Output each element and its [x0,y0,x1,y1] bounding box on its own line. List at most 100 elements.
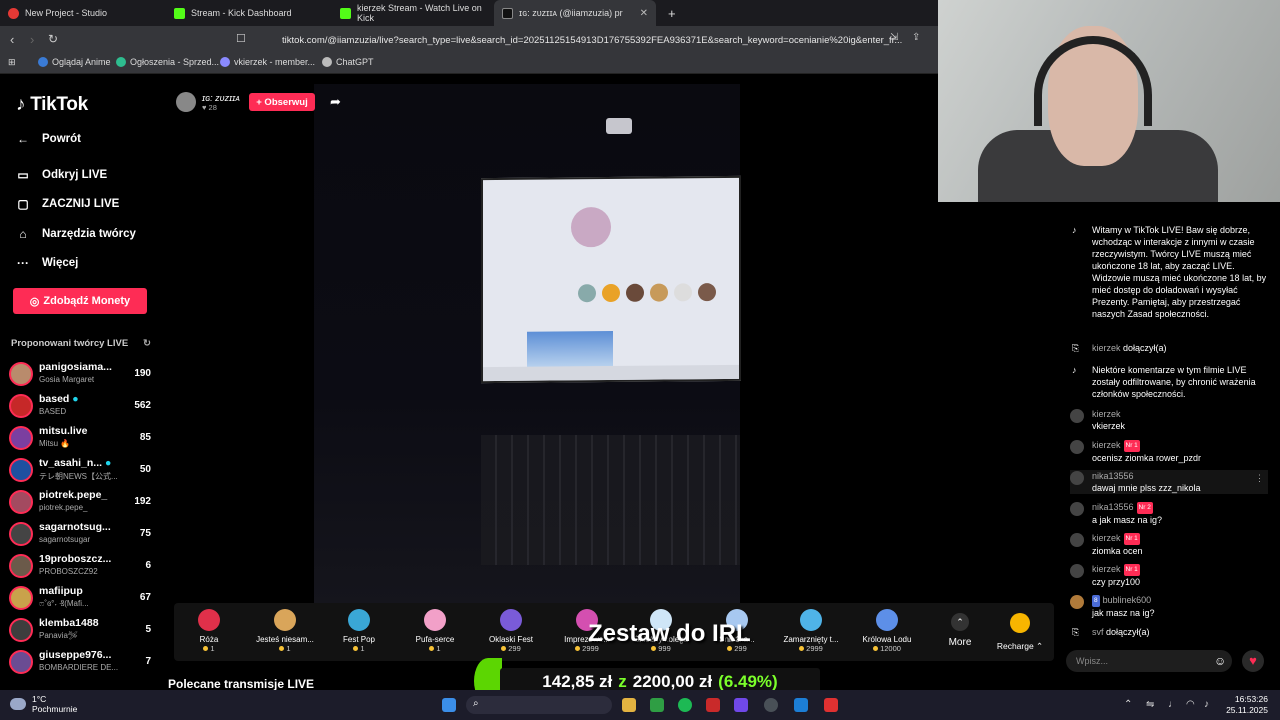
suggested-creator[interactable]: mafiipup ෆ˚ɞ°˖ ݁Ⱐ(Mafi... 67 [9,584,151,614]
browser-tab[interactable]: kierzek Stream - Watch Live on Kick [332,0,492,26]
live-icon: ▭ [17,168,29,182]
os-taskbar: 1°C Pochmurnie ⌕ ⌃ ⇋ ♩ ◠ ♪ 16:53:26 25.11.… [0,690,1280,720]
back-link[interactable]: ← Powrót [16,132,81,146]
browser-taskbar-icon[interactable] [764,698,778,712]
app-icon[interactable] [706,698,720,712]
close-tab-icon[interactable]: ✕ [640,8,648,19]
system-clock[interactable]: 16:53:26 25.11.2025 [1226,694,1268,716]
bookmark-item[interactable]: ChatGPT [322,57,374,67]
rank-badge: Nr 1 [1123,564,1140,576]
suggested-creator[interactable]: piotrek.pepe_ piotrek.pepe_ 192 [9,488,151,518]
kick-favicon-icon [174,7,185,19]
spotify-icon[interactable] [678,698,692,712]
suggested-creator[interactable]: panigosiama... Gosia Margaret 190 [9,360,151,390]
frozen-gift-icon [800,609,822,631]
chat-comment[interactable]: kierzek vkierzek [1070,408,1268,432]
microphone-icon[interactable]: ♩ [1168,699,1178,710]
gift-item[interactable]: Oklaski Fest 299 [476,607,546,659]
nav-start-live[interactable]: ▢ ZACZNIJ LIVE [16,197,119,211]
url-field[interactable]: tiktok.com/@iiamzuzia/live?search_type=l… [256,30,936,50]
network-icon[interactable]: ⇋ [1146,699,1154,710]
video-profile-picture [571,207,611,248]
recharge-button[interactable]: Recharge ⌃ [996,607,1044,652]
back-arrow-icon[interactable]: ‹ [10,32,14,47]
more-gifts-button[interactable]: ⌃ More [940,607,980,648]
app-icon[interactable] [794,698,808,712]
suggested-creator[interactable]: 19proboszcz... PROBOSZCZ92 6 [9,552,151,582]
share-page-icon[interactable]: ⇪ [912,32,920,43]
chat-join-message: ⎘ kierzek dołączył(a) [1072,343,1167,353]
chat-input[interactable]: Wpisz... [1066,650,1232,672]
gift-item[interactable]: Jesteś niesam... 1 [250,607,320,659]
avatar [1070,502,1084,516]
emoji-icon[interactable]: ☺ [1214,654,1226,668]
wifi-icon[interactable]: ◠ [1186,699,1195,710]
gift-item[interactable]: Róża 1 [174,607,244,659]
file-explorer-icon[interactable] [622,698,636,712]
windows-start-icon[interactable] [442,698,456,712]
new-tab-button[interactable]: + [660,0,684,26]
chat-comment[interactable]: nika13556 Nr 2a jak masz na ig? [1070,501,1268,526]
search-icon: ⌕ [473,698,479,709]
join-icon: ⎘ [1072,627,1080,637]
extension-icon[interactable]: ⇲ [890,32,898,43]
avatar [9,586,33,610]
refresh-icon[interactable]: ↻ [143,338,151,349]
reload-icon[interactable]: ↻ [48,32,58,46]
suggested-creator[interactable]: sagarnotsug... sagarnotsugar 75 [9,520,151,550]
get-coins-button[interactable]: ◎ Zdobądź Monety [13,288,147,314]
chat-comment[interactable]: kierzek Nr 1 ziomka ocen [1070,532,1268,557]
suggested-creator[interactable]: tv_asahi_n... ● テレ朝NEWS【公式... 50 [9,456,151,486]
nav-more[interactable]: ··· Więcej [16,256,78,270]
gift-item[interactable]: Królowa Lodu 12000 [852,607,922,659]
nav-discover-live[interactable]: ▭ Odkryj LIVE [16,168,107,182]
gift-item[interactable]: Pufa-serce 1 [400,607,470,659]
apps-grid-icon[interactable]: ⊞ [8,57,16,68]
avatar [1070,440,1084,454]
live-chat: ♪ Witamy w TikTok LIVE! Baw się dobrze, w… [1062,202,1272,642]
nav-creator-tools[interactable]: ⌂ Narzędzia twórcy [16,227,136,241]
gift-item[interactable]: Zamarznięty t... 2999 [776,607,846,659]
host-info[interactable]: ɪɢ: ᴢᴜᴢɪɪᴀ ♥ 28 [176,92,240,112]
forward-arrow-icon[interactable]: › [30,32,34,47]
avatar [1070,595,1084,609]
app-icon[interactable] [734,698,748,712]
volume-icon[interactable]: ♪ [1204,699,1209,710]
suggested-creator[interactable]: klemba1488 Panavia🛩 5 [9,616,151,646]
tiktok-small-icon: ♪ [1072,365,1077,375]
creator-name: based [39,393,70,405]
rose-gift-icon [198,609,220,631]
tray-chevron-icon[interactable]: ⌃ [1124,699,1132,710]
rank-badge: Nr 1 [1123,533,1140,545]
suggested-creator[interactable]: based ● BASED 562 [9,392,151,422]
browser-tab-active[interactable]: ɪɢ: ᴢᴜᴢɪɪᴀ (@iiamzuzia) pr ✕ [494,0,656,26]
follow-button[interactable]: + Obserwuj [249,93,315,111]
taskbar-search[interactable]: ⌕ [466,696,612,714]
like-heart-button[interactable]: ♥ [1242,650,1264,672]
bookmark-item[interactable]: Ogłoszenia - Sprzed... [116,57,219,67]
bookmark-icon[interactable]: ☐ [236,32,246,45]
chat-comment[interactable]: 8 bublinek600 jak masz na ig? [1070,594,1268,619]
applause-gift-icon [500,609,522,631]
browser-tab[interactable]: Stream - Kick Dashboard [166,0,331,26]
verified-icon: ● [72,393,79,405]
chat-comment[interactable]: nika13556 dawaj mnie plss zzz_nikola ⋮ [1070,470,1268,494]
browser-tab[interactable]: New Project - Studio [0,0,165,26]
app-icon[interactable] [824,698,838,712]
chevron-up-icon: ⌃ [951,613,969,631]
gift-item[interactable]: Fest Pop 1 [324,607,394,659]
weather-widget[interactable]: 1°C Pochmurnie [10,694,77,714]
share-icon[interactable]: ➦ [330,94,341,110]
more-options-icon[interactable]: ⋮ [1255,472,1264,484]
suggested-creator[interactable]: giuseppe976... BOMBARDIERE DE... 7 [9,648,151,678]
video-taskbar [483,364,739,382]
tiktok-logo[interactable]: ♪ TikTok [16,94,88,116]
app-icon[interactable] [650,698,664,712]
bookmark-item[interactable]: vkierzek - member... [220,57,315,67]
chat-comment[interactable]: kierzek Nr 1 ocenisz ziomka rower_pzdr [1070,439,1268,464]
suggested-creator[interactable]: mitsu.live Mitsu 🔥 85 [9,424,151,454]
chat-comment[interactable]: kierzek Nr 1 czy przy100 [1070,563,1268,588]
host-name: ɪɢ: ᴢᴜᴢɪɪᴀ [202,92,241,103]
verified-icon: ● [104,457,112,469]
bookmark-item[interactable]: Oglądaj Anime [38,57,111,67]
